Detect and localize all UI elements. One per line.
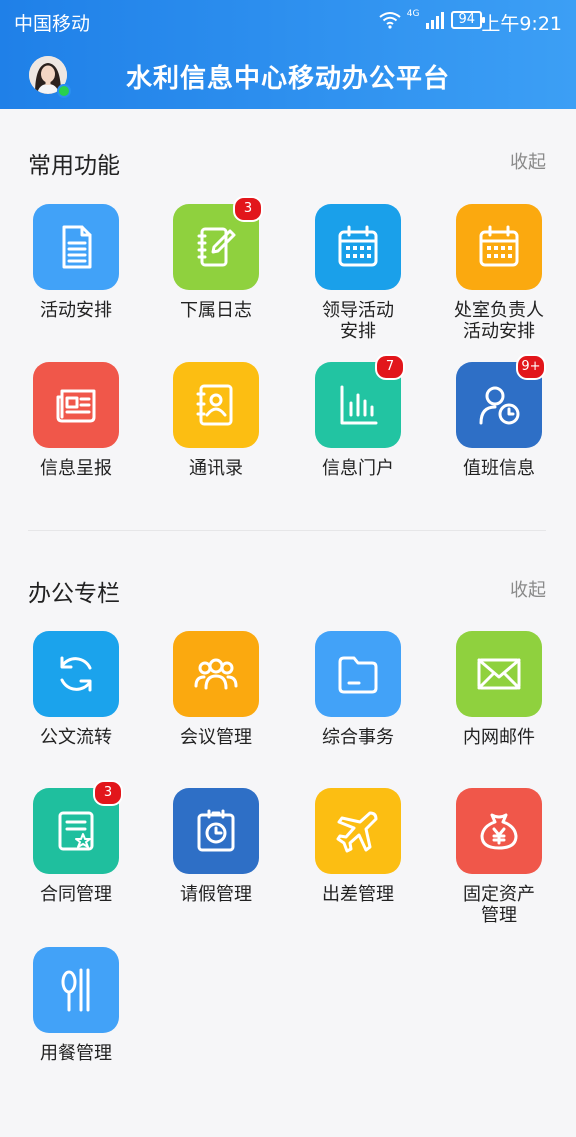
function-tile[interactable]: 信息呈报 xyxy=(6,362,146,479)
notification-badge: 9+ xyxy=(516,354,546,380)
function-icon-box[interactable] xyxy=(33,947,119,1033)
function-icon-box[interactable] xyxy=(33,631,119,717)
clock: 上午9:21 xyxy=(481,13,562,35)
contact-book-icon xyxy=(196,384,233,426)
document-icon xyxy=(62,225,92,269)
function-icon-box[interactable] xyxy=(315,204,401,290)
function-tile[interactable]: 公文流转 xyxy=(6,631,146,748)
function-label: 领导活动 安排 xyxy=(322,300,394,342)
function-tile[interactable]: 内网邮件 xyxy=(429,631,569,748)
refresh-icon xyxy=(60,656,92,692)
page-title: 水利信息中心移动办公平台 xyxy=(125,64,450,94)
carrier-name: 中国移动 xyxy=(14,13,91,35)
newspaper-icon xyxy=(56,389,96,423)
function-icon-box[interactable] xyxy=(173,631,259,717)
function-tile[interactable]: 3 下属日志 xyxy=(146,196,286,321)
folder-icon xyxy=(338,656,378,694)
function-icon-box[interactable] xyxy=(173,362,259,448)
function-icon-box[interactable]: 3 xyxy=(33,780,123,874)
status-bar: 中国移动 4G 94 上午9:21 xyxy=(0,0,576,40)
function-label: 合同管理 xyxy=(40,884,112,905)
collapse-button-common[interactable]: 收起 xyxy=(510,148,546,174)
collapse-button-office[interactable]: 收起 xyxy=(510,576,546,602)
mail-icon xyxy=(477,658,521,690)
clipboard-clock-icon xyxy=(197,809,235,852)
function-tile[interactable]: 活动安排 xyxy=(6,204,146,321)
section-divider xyxy=(28,530,546,531)
function-icon-box[interactable] xyxy=(315,631,401,717)
function-label: 通讯录 xyxy=(189,458,243,479)
function-label: 综合事务 xyxy=(322,727,394,748)
function-label: 请假管理 xyxy=(180,884,252,905)
function-label: 活动安排 xyxy=(40,300,112,321)
function-label: 处室负责人 活动安排 xyxy=(454,300,544,342)
function-label: 信息呈报 xyxy=(40,458,112,479)
bar-chart-icon xyxy=(340,385,378,425)
function-label: 信息门户 xyxy=(322,458,394,479)
function-icon-box[interactable] xyxy=(33,362,119,448)
wifi-icon xyxy=(379,12,401,29)
function-tile[interactable]: 领导活动 安排 xyxy=(288,204,428,342)
function-label: 下属日志 xyxy=(180,300,252,321)
section-title-office: 办公专栏 xyxy=(28,581,120,607)
notification-badge: 3 xyxy=(93,780,123,806)
function-icon-box[interactable] xyxy=(33,204,119,290)
function-icon-box[interactable] xyxy=(315,788,401,874)
function-tile[interactable]: 出差管理 xyxy=(288,788,428,905)
function-icon-box[interactable] xyxy=(173,788,259,874)
function-tile[interactable]: 通讯录 xyxy=(146,362,286,479)
function-label: 用餐管理 xyxy=(40,1043,112,1064)
battery-indicator: 94 xyxy=(451,11,485,29)
function-label: 值班信息 xyxy=(463,458,535,479)
function-tile[interactable]: 7 信息门户 xyxy=(288,354,428,479)
money-bag-icon xyxy=(480,813,518,850)
notification-badge: 3 xyxy=(233,196,263,222)
function-tile[interactable]: 用餐管理 xyxy=(6,947,146,1064)
user-clock-icon xyxy=(479,386,520,425)
notification-badge: 7 xyxy=(375,354,405,380)
function-tile[interactable]: 3 合同管理 xyxy=(6,780,146,905)
function-tile[interactable]: 会议管理 xyxy=(146,631,286,748)
status-icons: 4G 94 xyxy=(379,8,485,32)
function-icon-box[interactable]: 3 xyxy=(173,196,263,290)
calendar-icon xyxy=(338,225,378,267)
function-tile[interactable]: 9+ 值班信息 xyxy=(429,354,569,479)
notebook-pen-icon xyxy=(197,227,236,267)
function-icon-box[interactable]: 9+ xyxy=(456,354,546,448)
cutlery-icon xyxy=(61,968,90,1012)
certificate-icon xyxy=(58,811,94,851)
airplane-icon xyxy=(336,811,378,853)
signal-icon xyxy=(426,12,445,29)
network-type: 4G xyxy=(406,9,420,19)
function-icon-box[interactable] xyxy=(456,631,542,717)
function-tile[interactable]: 综合事务 xyxy=(288,631,428,748)
function-icon-box[interactable] xyxy=(456,204,542,290)
function-icon-box[interactable]: 7 xyxy=(315,354,405,448)
people-group-icon xyxy=(194,658,238,690)
section-title-common: 常用功能 xyxy=(28,153,120,179)
function-tile[interactable]: 请假管理 xyxy=(146,788,286,905)
function-label: 出差管理 xyxy=(322,884,394,905)
function-label: 公文流转 xyxy=(40,727,112,748)
app-header: 中国移动 4G 94 上午9:21 水利信息中心移动办公平台 xyxy=(0,0,576,109)
function-tile[interactable]: 固定资产 管理 xyxy=(429,788,569,926)
calendar-icon xyxy=(479,225,519,267)
function-tile[interactable]: 处室负责人 活动安排 xyxy=(429,204,569,342)
function-label: 固定资产 管理 xyxy=(463,884,535,926)
function-label: 会议管理 xyxy=(180,727,252,748)
function-label: 内网邮件 xyxy=(463,727,535,748)
function-icon-box[interactable] xyxy=(456,788,542,874)
